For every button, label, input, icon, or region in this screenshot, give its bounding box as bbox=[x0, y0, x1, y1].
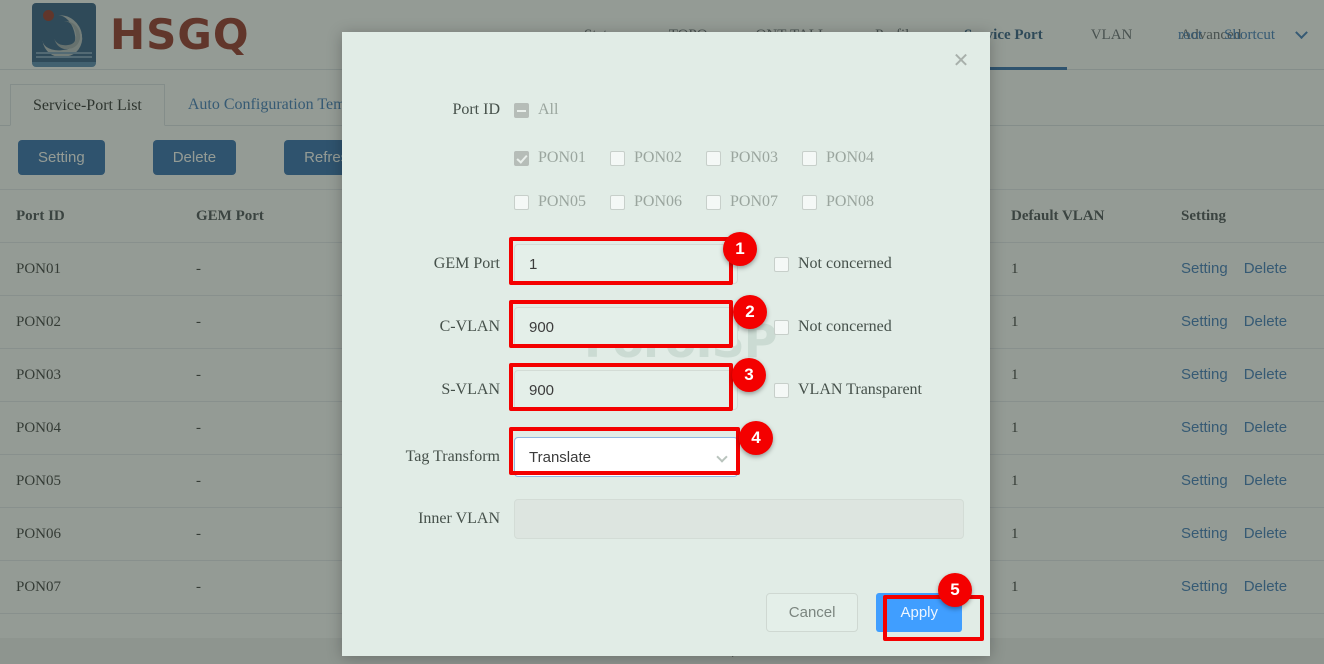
cvlan-control bbox=[514, 307, 738, 347]
checkbox-pon05-wrap[interactable]: PON05 bbox=[514, 193, 610, 211]
checkbox-gem-not-concerned-label: Not concerned bbox=[798, 255, 892, 272]
svlan-input[interactable] bbox=[514, 370, 738, 410]
checkbox-cvlan-not-concerned[interactable] bbox=[774, 319, 789, 335]
step-badge-2: 2 bbox=[733, 295, 767, 329]
checkbox-pon02-label: PON02 bbox=[634, 149, 683, 166]
checkbox-pon02-wrap[interactable]: PON02 bbox=[610, 149, 706, 167]
checkbox-pon04-wrap[interactable]: PON04 bbox=[802, 149, 898, 167]
checkbox-gem-not-concerned[interactable] bbox=[774, 256, 789, 272]
all-checkbox-wrap[interactable]: All bbox=[514, 90, 558, 130]
checkbox-pon08[interactable] bbox=[802, 194, 817, 210]
checkbox-pon03-label: PON03 bbox=[730, 149, 779, 166]
field-tag-transform: Tag Transform Translate bbox=[342, 437, 990, 477]
field-gem-port: GEM Port Not concerned bbox=[342, 244, 990, 284]
checkbox-pon08-wrap[interactable]: PON08 bbox=[802, 193, 898, 211]
port-id-label: Port ID bbox=[452, 101, 500, 118]
checkbox-pon05[interactable] bbox=[514, 194, 529, 210]
svlan-control bbox=[514, 370, 738, 410]
checkbox-pon06[interactable] bbox=[610, 194, 625, 210]
tag-transform-select[interactable]: Translate bbox=[514, 437, 738, 477]
field-port-id-row2: PON05 PON06 PON07 PON08 bbox=[342, 182, 990, 222]
checkbox-cvlan-not-concerned-label: Not concerned bbox=[798, 318, 892, 335]
checkbox-all[interactable] bbox=[514, 102, 529, 118]
cancel-button[interactable]: Cancel bbox=[765, 593, 859, 632]
cvlan-label: C-VLAN bbox=[439, 318, 500, 335]
checkbox-pon06-wrap[interactable]: PON06 bbox=[610, 193, 706, 211]
step-badge-1: 1 bbox=[723, 232, 757, 266]
gem-port-label: GEM Port bbox=[433, 255, 500, 272]
field-inner-vlan: Inner VLAN bbox=[342, 499, 990, 539]
inner-vlan-control bbox=[514, 499, 964, 539]
checkbox-pon04[interactable] bbox=[802, 150, 817, 166]
checkbox-pon07-label: PON07 bbox=[730, 193, 779, 210]
gem-port-input[interactable] bbox=[514, 244, 738, 284]
inner-vlan-label: Inner VLAN bbox=[418, 510, 500, 527]
checkbox-vlan-transparent-label: VLAN Transparent bbox=[798, 381, 922, 398]
field-port-id-row1: PON01 PON02 PON03 PON04 bbox=[342, 138, 990, 178]
checkbox-pon01-label: PON01 bbox=[538, 149, 587, 166]
step-badge-5: 5 bbox=[938, 573, 972, 607]
gem-not-concerned-wrap[interactable]: Not concerned bbox=[774, 255, 892, 273]
step-badge-4: 4 bbox=[739, 421, 773, 455]
pon-group-row-2: PON05 PON06 PON07 PON08 bbox=[514, 182, 898, 222]
step-badge-3: 3 bbox=[732, 358, 766, 392]
chevron-down-icon[interactable] bbox=[716, 451, 728, 463]
close-icon[interactable]: ✕ bbox=[950, 50, 972, 72]
checkbox-all-label: All bbox=[538, 101, 559, 118]
checkbox-pon03-wrap[interactable]: PON03 bbox=[706, 149, 802, 167]
checkbox-pon01[interactable] bbox=[514, 150, 529, 166]
svlan-transparent-wrap[interactable]: VLAN Transparent bbox=[774, 381, 922, 399]
gem-port-control bbox=[514, 244, 738, 284]
checkbox-pon07-wrap[interactable]: PON07 bbox=[706, 193, 802, 211]
tag-transform-label: Tag Transform bbox=[405, 448, 500, 465]
checkbox-pon01-wrap[interactable]: PON01 bbox=[514, 149, 610, 167]
field-cvlan: C-VLAN Not concerned bbox=[342, 307, 990, 347]
dialog-footer: Cancel Apply bbox=[765, 593, 962, 632]
checkbox-pon07[interactable] bbox=[706, 194, 721, 210]
svlan-label: S-VLAN bbox=[441, 381, 500, 398]
cvlan-not-concerned-wrap[interactable]: Not concerned bbox=[774, 318, 892, 336]
checkbox-vlan-transparent[interactable] bbox=[774, 382, 789, 398]
tag-transform-value: Translate bbox=[529, 448, 591, 466]
checkbox-pon06-label: PON06 bbox=[634, 193, 683, 210]
inner-vlan-input[interactable] bbox=[514, 499, 964, 539]
checkbox-pon03[interactable] bbox=[706, 150, 721, 166]
field-port-id-all: Port ID All bbox=[342, 90, 990, 130]
checkbox-pon04-label: PON04 bbox=[826, 149, 875, 166]
checkbox-pon08-label: PON08 bbox=[826, 193, 875, 210]
cvlan-input[interactable] bbox=[514, 307, 738, 347]
tag-transform-control: Translate bbox=[514, 437, 738, 477]
dialog-body: Port ID All PON01 PON02 PON03 PON04 PON0… bbox=[342, 32, 990, 539]
checkbox-pon05-label: PON05 bbox=[538, 193, 587, 210]
pon-group-row-1: PON01 PON02 PON03 PON04 bbox=[514, 138, 898, 178]
service-port-setting-dialog: ✕ ForoISP Port ID All PON01 PON02 bbox=[342, 32, 990, 656]
field-svlan: S-VLAN VLAN Transparent bbox=[342, 370, 990, 410]
checkbox-pon02[interactable] bbox=[610, 150, 625, 166]
